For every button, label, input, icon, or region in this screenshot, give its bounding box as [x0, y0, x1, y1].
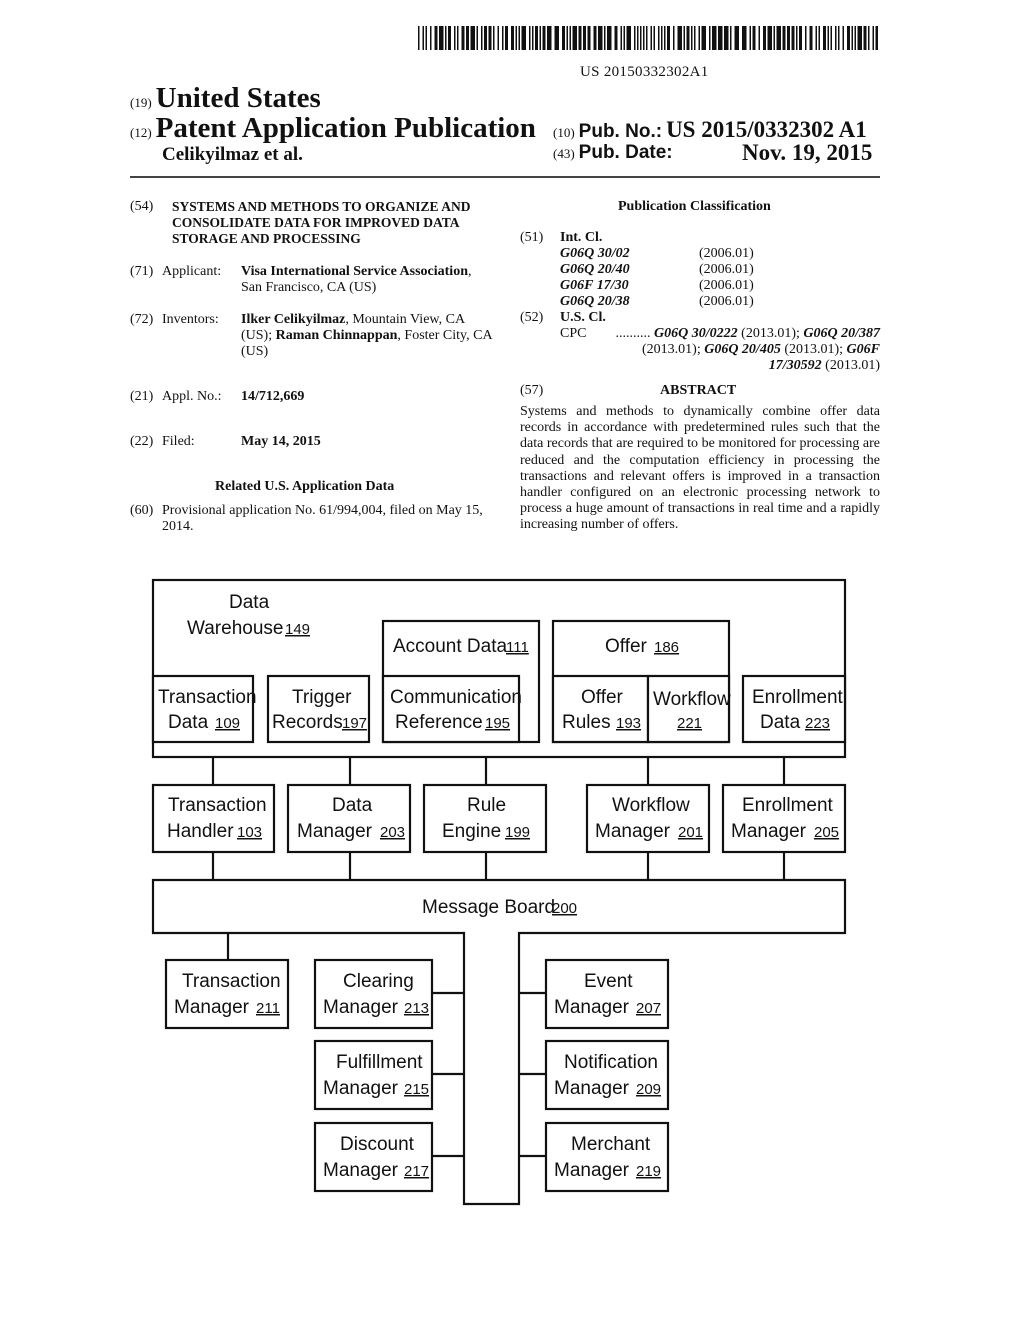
data-manager-label-1: Data [332, 795, 373, 816]
fulfillment-manager-label-1: Fulfillment [336, 1052, 423, 1073]
message-board-label: Message Board [422, 897, 555, 918]
trigger-records-ref: 197 [342, 715, 367, 732]
offer-rules-label-1: Offer [581, 687, 624, 708]
data-manager-ref: 203 [380, 824, 405, 841]
workflow-label: Workflow [653, 689, 731, 710]
warehouse-label-2: Warehouse [187, 618, 283, 639]
discount-manager-ref: 217 [404, 1163, 429, 1180]
offer-rules-label-2: Rules [562, 712, 611, 733]
notification-manager-ref: 209 [636, 1081, 661, 1098]
enrollment-manager-label-2: Manager [731, 821, 807, 842]
enrollment-manager-ref: 205 [814, 824, 839, 841]
account-data-label: Account Data [393, 636, 507, 657]
account-data-ref: 111 [506, 639, 529, 656]
transaction-data-ref: 109 [215, 715, 240, 732]
clearing-manager-label-2: Manager [323, 997, 399, 1018]
message-board-ref: 200 [552, 900, 577, 917]
warehouse-ref: 149 [285, 621, 310, 638]
transaction-manager-label-1: Transaction [182, 971, 281, 992]
event-manager-label-2: Manager [554, 997, 630, 1018]
fulfillment-manager-ref: 215 [404, 1081, 429, 1098]
workflow-manager-label-1: Workflow [612, 795, 690, 816]
enrollment-data-ref: 223 [805, 715, 830, 732]
comm-reference-ref: 195 [485, 715, 510, 732]
workflow-manager-ref: 201 [678, 824, 703, 841]
enrollment-manager-label-1: Enrollment [742, 795, 834, 816]
offer-label: Offer [605, 636, 648, 657]
transaction-data-label-1: Transaction [158, 687, 257, 708]
offer-rules-ref: 193 [616, 715, 641, 732]
comm-reference-label-2: Reference [395, 712, 483, 733]
warehouse-label-1: Data [229, 592, 270, 613]
trigger-records-label-1: Trigger [292, 687, 352, 708]
fulfillment-manager-label-2: Manager [323, 1078, 399, 1099]
trigger-records-label-2: Records [272, 712, 343, 733]
offer-ref: 186 [654, 639, 679, 656]
event-manager-ref: 207 [636, 1000, 661, 1017]
transaction-manager-label-2: Manager [174, 997, 250, 1018]
merchant-manager-label-1: Merchant [571, 1134, 651, 1155]
enrollment-data-label-2: Data [760, 712, 801, 733]
rule-engine-ref: 199 [505, 824, 530, 841]
clearing-manager-ref: 213 [404, 1000, 429, 1017]
discount-manager-label-1: Discount [340, 1134, 415, 1155]
discount-manager-label-2: Manager [323, 1160, 399, 1181]
rule-engine-label-1: Rule [467, 795, 506, 816]
rule-engine-label-2: Engine [442, 821, 501, 842]
enrollment-data-label-1: Enrollment [752, 687, 844, 708]
clearing-manager-label-1: Clearing [343, 971, 414, 992]
data-manager-label-2: Manager [297, 821, 373, 842]
system-diagram: Data Warehouse 149 Account Data 111 Offe… [151, 578, 847, 1206]
transaction-handler-label-2: Handler [167, 821, 234, 842]
comm-reference-label-1: Communication [390, 687, 522, 708]
message-board-box [151, 878, 847, 1206]
transaction-handler-ref: 103 [237, 824, 262, 841]
transaction-handler-label-1: Transaction [168, 795, 267, 816]
workflow-ref: 221 [677, 715, 702, 732]
merchant-manager-label-2: Manager [554, 1160, 630, 1181]
event-manager-label-1: Event [584, 971, 633, 992]
transaction-data-label-2: Data [168, 712, 209, 733]
merchant-manager-ref: 219 [636, 1163, 661, 1180]
notification-manager-label-2: Manager [554, 1078, 630, 1099]
transaction-manager-ref: 211 [256, 1000, 280, 1017]
notification-manager-label-1: Notification [564, 1052, 658, 1073]
workflow-manager-label-2: Manager [595, 821, 671, 842]
